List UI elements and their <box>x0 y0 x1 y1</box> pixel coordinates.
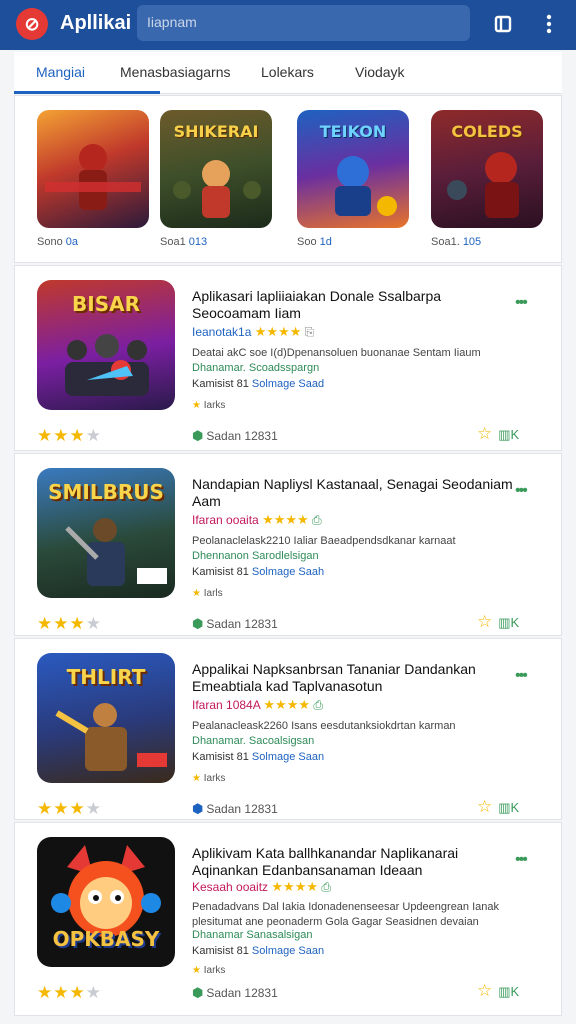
favorite-star-icon[interactable]: ☆ <box>477 612 492 631</box>
app-description: Pealanacleask2260 Isans eesdutanksiokdrt… <box>192 720 456 732</box>
app-list-item[interactable]: BISAR Aplikasari lapliiaiakan Donale Ssa… <box>14 265 562 451</box>
app-developer: Dhanamar. Scoadsspargn <box>192 362 320 374</box>
app-developer: Dhennanon Sarodlelsigan <box>192 550 319 562</box>
tab-mangiai[interactable]: Mangiai <box>36 64 85 80</box>
favorite-star-icon[interactable]: ☆ <box>477 981 492 1000</box>
featured-item[interactable]: COLEDS Soa1. 105 <box>431 110 543 248</box>
app-description: Penadadvans Dal Iakia Idonadenenseesar U… <box>192 901 500 928</box>
app-title[interactable]: Aplikasari lapliiaiakan Donale Ssalbarpa… <box>192 288 522 322</box>
card-actions: ☆ ▥K <box>477 797 519 817</box>
app-rating: Ieanotak1a ★★★★ ⎘ <box>192 324 315 339</box>
app-title: Apllikai <box>60 12 132 34</box>
app-title[interactable]: Aplikivam Kata ballhkanandar Naplikanara… <box>192 845 522 879</box>
star-rating: ★★★★ <box>37 614 102 633</box>
app-list-item[interactable]: SMILBRUS Nandapian Napliysl Kastanaal, S… <box>14 453 562 636</box>
app-bar: ⊘ Apllikai Iiapnam <box>0 0 576 50</box>
featured-thumbnail[interactable] <box>37 110 149 228</box>
chart-icon[interactable]: ▥K <box>498 984 519 999</box>
featured-thumbnail[interactable]: SHIKERAI <box>160 110 272 228</box>
featured-thumbnail[interactable]: TEIKON <box>297 110 409 228</box>
app-date: ⬢ Sadan 12831 <box>192 616 278 631</box>
app-tag: ★ Iarks <box>192 773 226 784</box>
more-vert-icon[interactable] <box>536 11 562 37</box>
card-actions: ☆ ▥K <box>477 424 519 444</box>
app-date: ⬢ Sadan 12831 <box>192 428 278 443</box>
chart-icon[interactable]: ▥K <box>498 800 519 815</box>
star-rating: ★★★★ <box>37 799 102 818</box>
favorite-star-icon[interactable]: ☆ <box>477 424 492 443</box>
app-rating: Ifaran 1084A ★★★★ ⎙ <box>192 697 323 712</box>
featured-meta: Soo 1d <box>297 236 332 248</box>
featured-item[interactable]: Sono 0a <box>37 110 149 248</box>
featured-item[interactable]: TEIKON Soo 1d <box>297 110 409 248</box>
app-description: Deatai akC soe I(d)Dpenansoluen buonanae… <box>192 347 481 359</box>
more-options-icon[interactable]: ••• <box>515 294 528 312</box>
featured-meta: Soa1. 105 <box>431 236 482 248</box>
app-description: Peolanaclelask2210 Ialiar Baeadpendsdkan… <box>192 535 456 547</box>
featured-item[interactable]: SHIKERAI Soa1 013 <box>160 110 272 248</box>
app-tag: ★ Iarks <box>192 965 226 976</box>
tab-viodayk[interactable]: Viodayk <box>355 64 405 80</box>
favorite-star-icon[interactable]: ☆ <box>477 797 492 816</box>
tab-bar: Mangiai Menasbasiagarns Lolekars Viodayk <box>14 52 562 94</box>
app-tag: ★ Iarls <box>192 588 223 599</box>
app-thumbnail[interactable]: THLIRT <box>37 653 175 783</box>
app-list-item[interactable]: THLIRT Appalikai Napksanbrsan Tananiar D… <box>14 638 562 820</box>
star-rating: ★★★★ <box>37 426 102 445</box>
app-size: Kamisist 81 Solmage Saad <box>192 378 325 390</box>
search-input[interactable]: Iiapnam <box>137 5 470 41</box>
featured-meta: Soa1 013 <box>160 236 208 248</box>
tab-lolekars[interactable]: Lolekars <box>261 64 314 80</box>
app-rating: Kesaah ooaitz ★★★★ ⎙ <box>192 879 331 894</box>
app-developer: Dhanamar. Sacoalsigsan <box>192 735 315 747</box>
tab-menasbasiagarns[interactable]: Menasbasiagarns <box>120 64 231 80</box>
app-tag: ★ Iarks <box>192 400 226 411</box>
featured-row: Sono 0a SHIKERAI Soa1 013 TEIKON Soo 1d … <box>14 95 562 263</box>
chart-icon[interactable]: ▥K <box>498 615 519 630</box>
app-thumbnail[interactable]: OPKBASY <box>37 837 175 967</box>
app-size: Kamisist 81 Solmage Saah <box>192 566 325 578</box>
app-title[interactable]: Appalikai Napksanbrsan Tananiar Dandanka… <box>192 661 522 695</box>
more-options-icon[interactable]: ••• <box>515 482 528 500</box>
card-actions: ☆ ▥K <box>477 981 519 1001</box>
app-date: ⬢ Sadan 12831 <box>192 801 278 816</box>
app-date: ⬢ Sadan 12831 <box>192 985 278 1000</box>
active-tab-indicator <box>14 91 160 94</box>
bookmark-icon[interactable] <box>490 11 516 37</box>
chart-icon[interactable]: ▥K <box>498 427 519 442</box>
app-rating: Ifaran ooaita ★★★★ ⎙ <box>192 512 322 527</box>
card-actions: ☆ ▥K <box>477 612 519 632</box>
featured-thumbnail[interactable]: COLEDS <box>431 110 543 228</box>
app-thumbnail[interactable]: SMILBRUS <box>37 468 175 598</box>
star-rating: ★★★★ <box>37 983 102 1002</box>
app-thumbnail[interactable]: BISAR <box>37 280 175 410</box>
more-options-icon[interactable]: ••• <box>515 851 528 869</box>
more-options-icon[interactable]: ••• <box>515 667 528 685</box>
app-logo-icon[interactable]: ⊘ <box>16 8 48 40</box>
app-developer: Dhanamar Sanasalsigan <box>192 929 313 941</box>
app-size: Kamisist 81 Solmage Saan <box>192 945 325 957</box>
featured-meta: Sono 0a <box>37 236 79 248</box>
app-size: Kamisist 81 Solmage Saan <box>192 751 325 763</box>
app-title[interactable]: Nandapian Napliysl Kastanaal, Senagai Se… <box>192 476 522 510</box>
app-list-item[interactable]: OPKBASY Aplikivam Kata ballhkanandar Nap… <box>14 822 562 1016</box>
